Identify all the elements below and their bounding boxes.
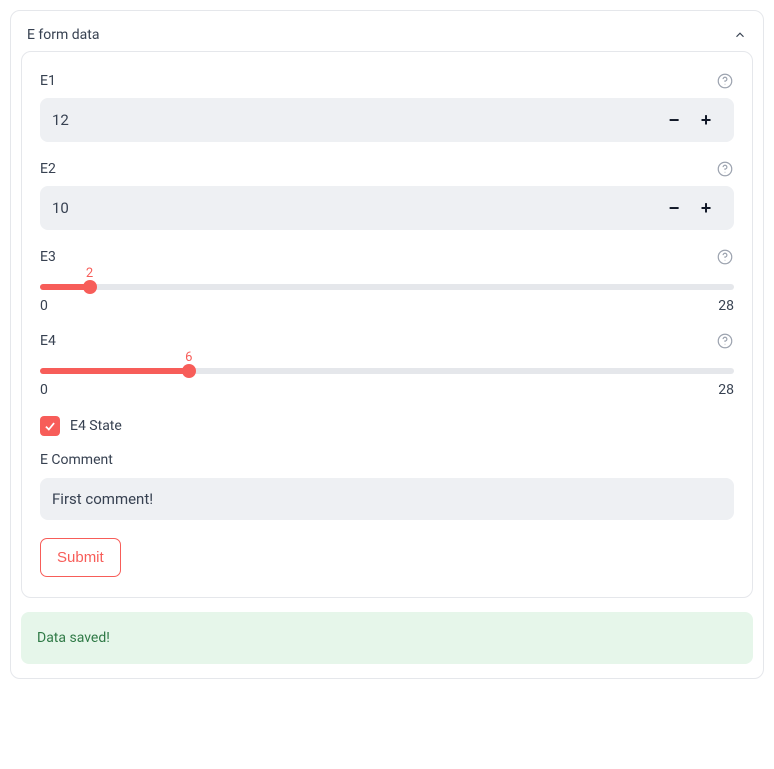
- comment-input[interactable]: [40, 478, 734, 520]
- checkbox-label-e4state: E4 State: [70, 418, 122, 434]
- slider-thumb-e4[interactable]: [182, 364, 196, 378]
- slider-value-label-e3: 2: [86, 266, 93, 281]
- slider-e4[interactable]: 6: [40, 368, 734, 374]
- help-icon[interactable]: [716, 72, 734, 90]
- checkbox-row-e4state: E4 State: [40, 416, 734, 436]
- label-e4: E4: [40, 333, 56, 349]
- decrement-button-e2[interactable]: −: [658, 192, 690, 224]
- submit-button[interactable]: Submit: [40, 538, 121, 577]
- slider-e3[interactable]: 2: [40, 284, 734, 290]
- check-icon: [43, 419, 57, 433]
- label-comment: E Comment: [40, 452, 734, 468]
- panel-title: E form data: [27, 27, 99, 43]
- slider-min-e3: 0: [40, 298, 48, 314]
- slider-max-e3: 28: [718, 298, 734, 314]
- slider-fill-e4: [40, 368, 189, 374]
- success-alert: Data saved!: [21, 612, 753, 664]
- panel-header[interactable]: E form data: [21, 21, 753, 51]
- label-e3: E3: [40, 249, 56, 265]
- chevron-up-icon: [733, 28, 747, 42]
- checkbox-e4state[interactable]: [40, 416, 60, 436]
- increment-button-e2[interactable]: +: [690, 192, 722, 224]
- alert-message: Data saved!: [37, 630, 110, 646]
- stepper-value-e1: 12: [52, 111, 658, 129]
- label-e2: E2: [40, 161, 56, 177]
- field-e1: E1 12 − +: [40, 72, 734, 142]
- help-icon[interactable]: [716, 332, 734, 350]
- field-comment: E Comment: [40, 452, 734, 520]
- stepper-value-e2: 10: [52, 199, 658, 217]
- slider-max-e4: 28: [718, 382, 734, 398]
- decrement-button-e1[interactable]: −: [658, 104, 690, 136]
- help-icon[interactable]: [716, 248, 734, 266]
- help-icon[interactable]: [716, 160, 734, 178]
- slider-thumb-e3[interactable]: [83, 280, 97, 294]
- stepper-e2: 10 − +: [40, 186, 734, 230]
- form-panel: E form data E1 12 − + E: [10, 10, 764, 679]
- slider-min-e4: 0: [40, 382, 48, 398]
- field-e3: E3 2 0 28: [40, 248, 734, 314]
- stepper-e1: 12 − +: [40, 98, 734, 142]
- field-e4: E4 6 0 28: [40, 332, 734, 398]
- field-e2: E2 10 − +: [40, 160, 734, 230]
- form-body: E1 12 − + E2: [21, 51, 753, 598]
- label-e1: E1: [40, 73, 56, 89]
- increment-button-e1[interactable]: +: [690, 104, 722, 136]
- slider-value-label-e4: 6: [185, 350, 192, 365]
